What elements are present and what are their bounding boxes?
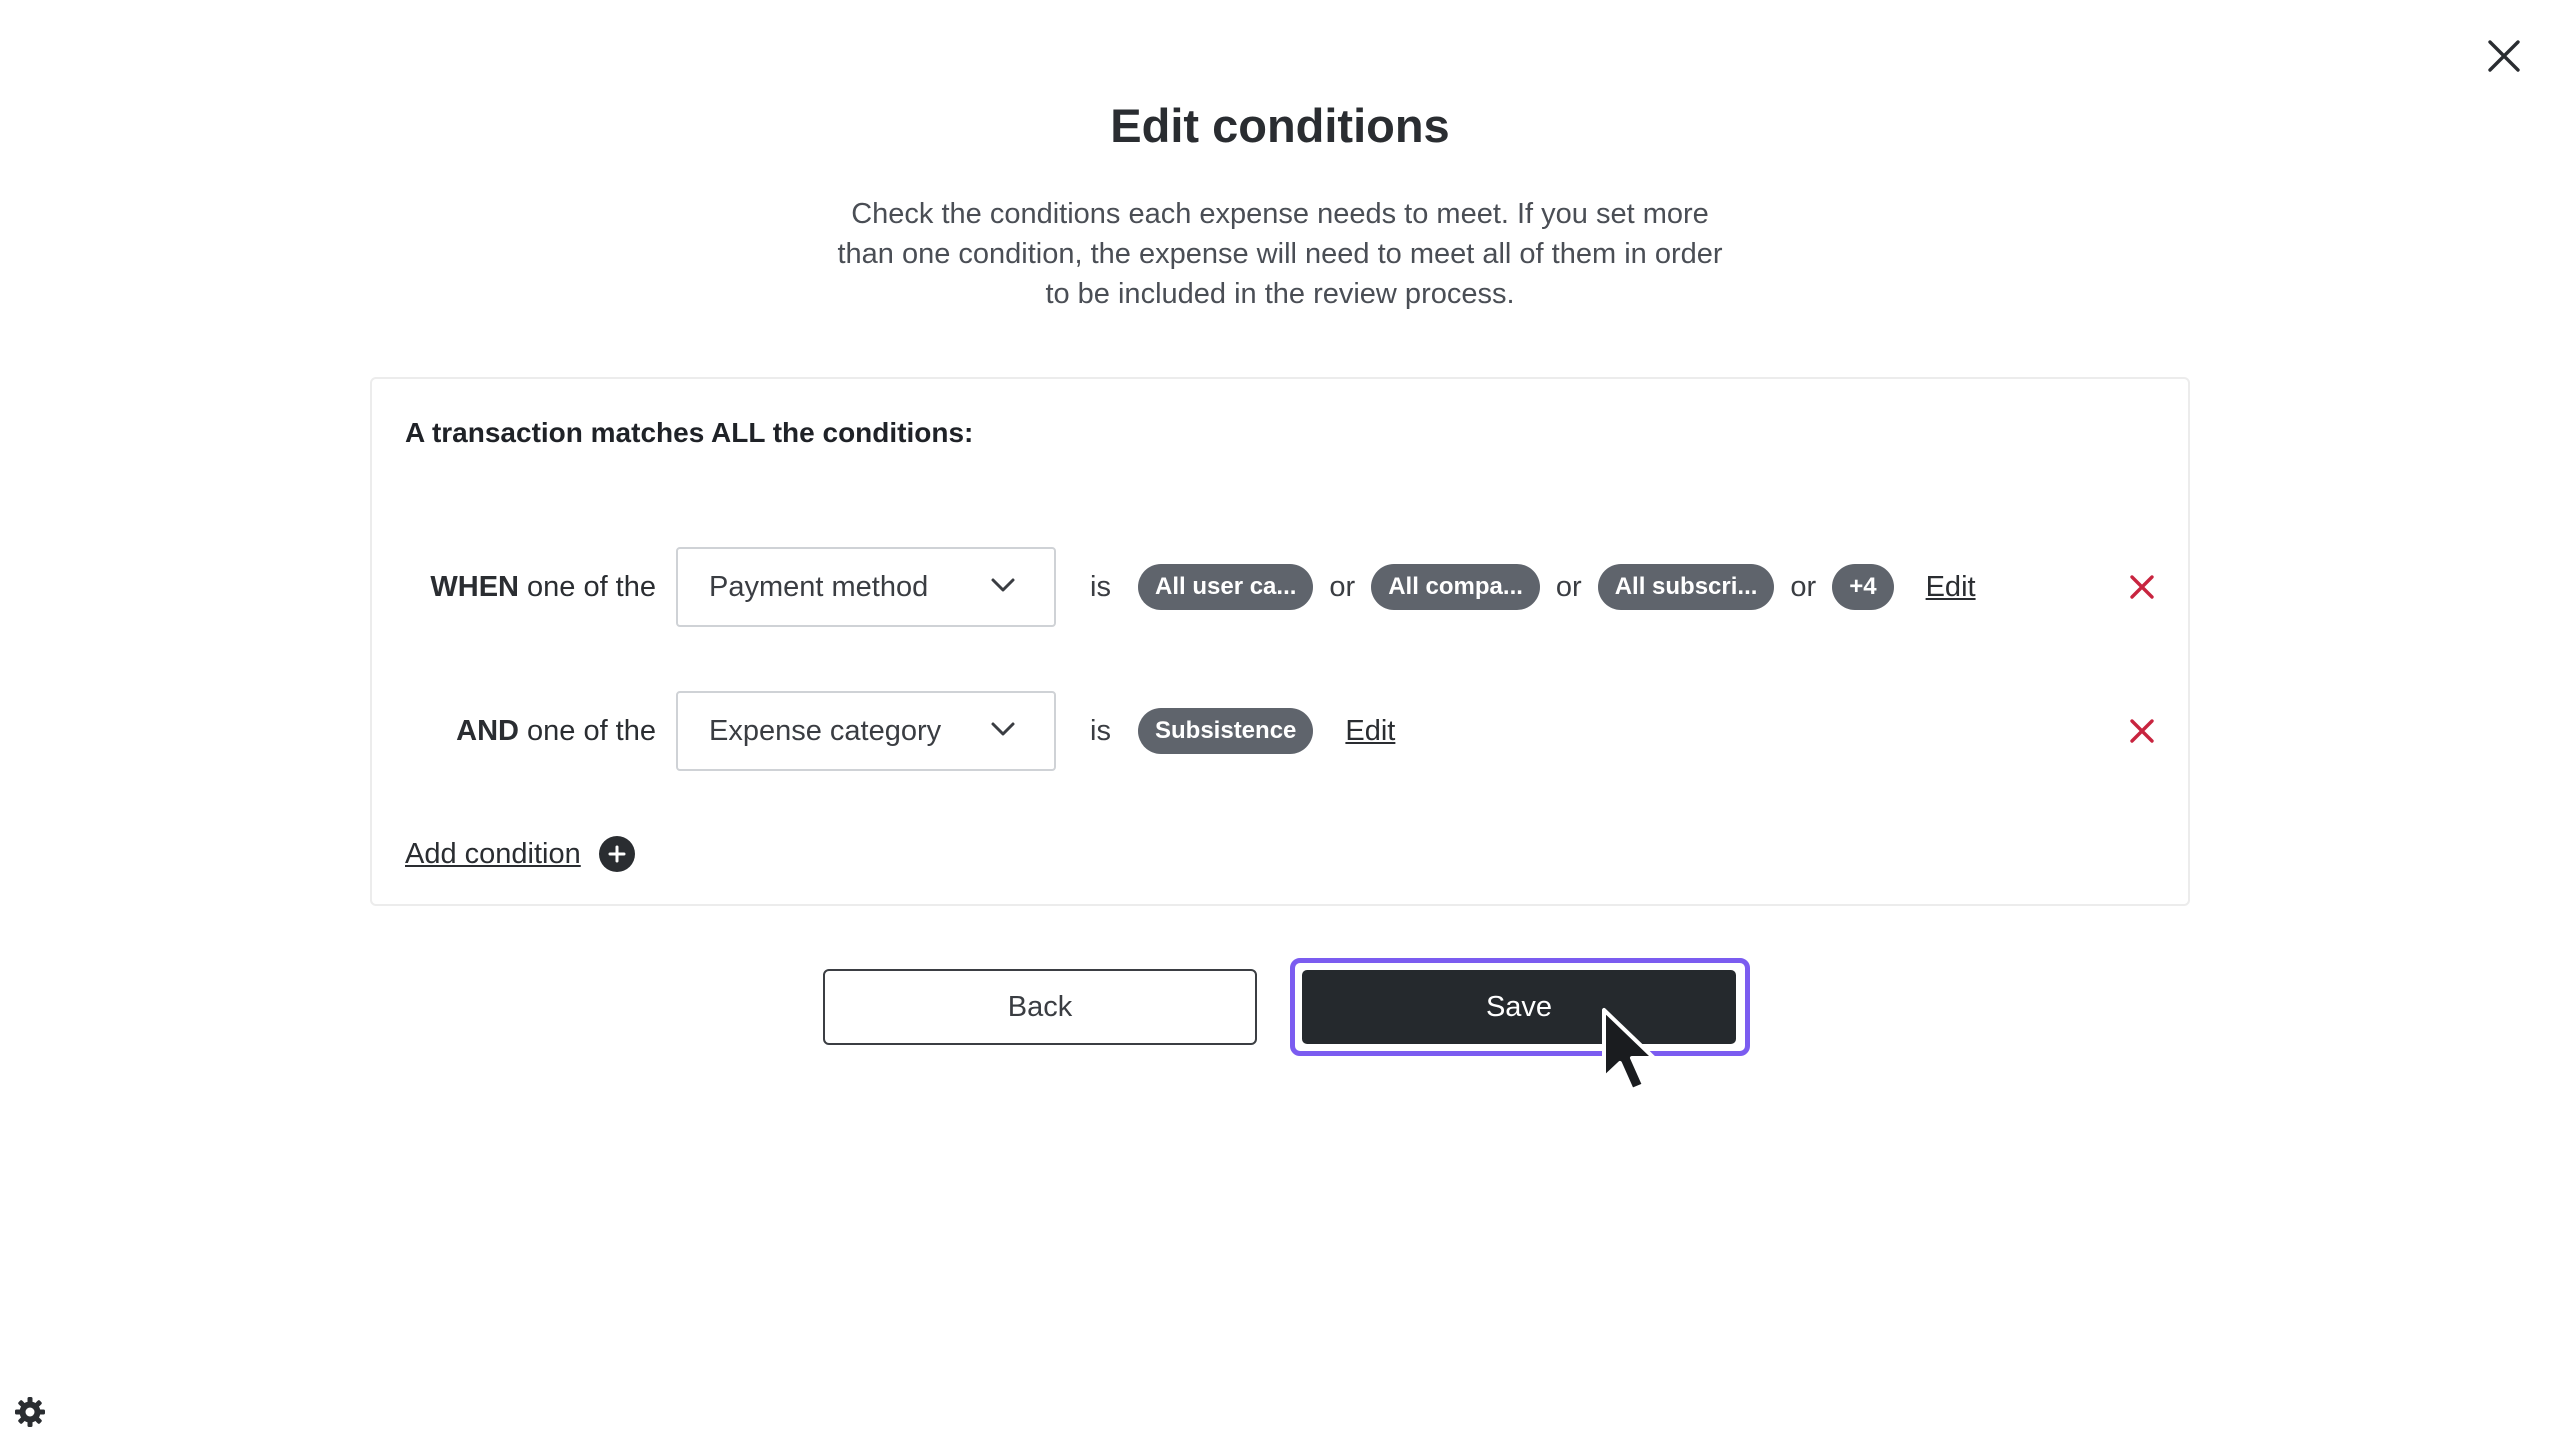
condition-lead: WHEN one of the bbox=[430, 547, 656, 627]
value-chip[interactable]: All compa... bbox=[1371, 564, 1540, 610]
modal-title: Edit conditions bbox=[1110, 99, 1450, 152]
remove-condition-button[interactable] bbox=[2122, 567, 2162, 607]
condition-lead: AND one of the bbox=[456, 691, 656, 771]
conditions-card: A transaction matches ALL the conditions… bbox=[370, 377, 2190, 906]
or-separator: or bbox=[1555, 570, 1582, 603]
field-select-value: Payment method bbox=[709, 570, 929, 603]
chevron-down-icon bbox=[991, 722, 1015, 736]
field-select[interactable]: Payment method bbox=[676, 547, 1056, 627]
modal-description: Check the conditions each expense needs … bbox=[837, 198, 1723, 310]
add-condition-button[interactable]: Add condition bbox=[405, 836, 635, 872]
condition-lead-text: one of the bbox=[527, 570, 656, 603]
remove-icon bbox=[2130, 575, 2154, 599]
edit-values-link[interactable]: Edit bbox=[1345, 715, 1395, 748]
condition-values: Subsistence Edit bbox=[1138, 691, 1395, 771]
or-separator: or bbox=[1790, 570, 1817, 603]
operator-label: is bbox=[1090, 714, 1111, 747]
back-button[interactable]: Back bbox=[823, 969, 1257, 1045]
mouse-pointer-icon bbox=[1602, 1008, 1656, 1092]
value-chip[interactable]: Subsistence bbox=[1138, 708, 1314, 754]
field-select[interactable]: Expense category bbox=[676, 691, 1056, 771]
close-icon bbox=[2488, 40, 2520, 72]
remove-icon bbox=[2130, 719, 2154, 743]
gear-icon[interactable] bbox=[14, 1396, 46, 1428]
conditions-heading: A transaction matches ALL the conditions… bbox=[405, 417, 974, 448]
save-button[interactable]: Save bbox=[1302, 970, 1736, 1044]
remove-condition-button[interactable] bbox=[2122, 711, 2162, 751]
field-select-value: Expense category bbox=[709, 714, 942, 747]
close-button[interactable] bbox=[2478, 30, 2530, 82]
or-separator: or bbox=[1329, 570, 1356, 603]
condition-keyword: AND bbox=[456, 714, 519, 747]
condition-row: AND one of the Expense category is Subsi… bbox=[372, 691, 2188, 771]
condition-lead-text: one of the bbox=[527, 714, 656, 747]
add-condition-label: Add condition bbox=[405, 837, 581, 870]
plus-circle-icon bbox=[598, 836, 635, 872]
condition-values: All user ca... or All compa... or All su… bbox=[1138, 547, 1976, 627]
edit-values-link[interactable]: Edit bbox=[1926, 571, 1976, 604]
condition-keyword: WHEN bbox=[430, 570, 519, 603]
value-chip[interactable]: All user ca... bbox=[1138, 564, 1314, 610]
more-values-chip[interactable]: +4 bbox=[1832, 564, 1894, 610]
operator-label: is bbox=[1090, 570, 1111, 603]
condition-row: WHEN one of the Payment method is All us… bbox=[372, 547, 2188, 627]
value-chip[interactable]: All subscri... bbox=[1597, 564, 1775, 610]
chevron-down-icon bbox=[991, 578, 1015, 592]
